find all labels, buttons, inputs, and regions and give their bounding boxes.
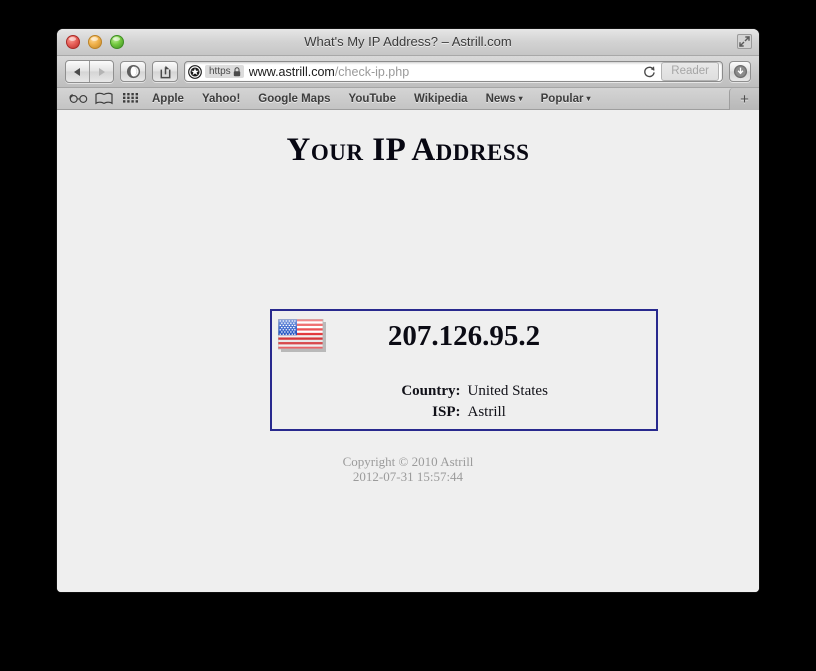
share-arrow-icon[interactable]	[152, 61, 178, 82]
page-footer: Copyright © 2010 Astrill 2012-07-31 15:5…	[57, 454, 759, 484]
close-window-button[interactable]	[66, 35, 80, 49]
bookmark-label: YouTube	[348, 92, 396, 105]
url-host: www.astrill.com	[248, 64, 335, 79]
navigation-buttons	[65, 60, 114, 83]
chevron-down-icon: ▾	[586, 93, 591, 103]
country-value: United States	[467, 383, 548, 399]
bookmark-label: News	[485, 92, 516, 105]
ip-info-box: 207.126.95.2 Country: United States ISP:…	[270, 309, 658, 431]
page-title: Your IP Address	[286, 132, 530, 168]
book-bookmarks-icon[interactable]	[91, 89, 117, 109]
country-label: Country:	[401, 383, 461, 399]
ip-address-value: 207.126.95.2	[387, 320, 541, 352]
reload-icon[interactable]	[640, 65, 658, 78]
bookmark-apple[interactable]: Apple	[143, 89, 193, 109]
timestamp-text: 2012-07-31 15:57:44	[352, 469, 464, 484]
bookmark-label: Wikipedia	[413, 92, 468, 105]
zoom-window-button[interactable]	[110, 35, 124, 49]
url-text: www.astrill.com/check-ip.php	[249, 65, 409, 79]
desktop-backdrop: What's My IP Address? – Astrill.com http…	[0, 0, 816, 671]
bookmark-google-maps[interactable]: Google Maps	[249, 89, 339, 109]
url-path: /check-ip.php	[334, 64, 410, 79]
bookmark-wikipedia[interactable]: Wikipedia	[405, 89, 477, 109]
window-title: What's My IP Address? – Astrill.com	[304, 34, 512, 49]
isp-value: Astrill	[467, 404, 506, 420]
forward-arrow-icon[interactable]	[89, 61, 113, 82]
back-arrow-icon[interactable]	[66, 61, 89, 82]
shield-star-icon	[188, 64, 202, 79]
isp-label: ISP:	[432, 404, 461, 420]
new-tab-button[interactable]: +	[729, 88, 759, 110]
downloads-icon[interactable]	[729, 61, 751, 82]
grid-top-sites-icon[interactable]	[117, 89, 143, 109]
https-label: https	[209, 66, 231, 77]
bookmark-label: Google Maps	[258, 92, 331, 105]
ip-details: Country: United States ISP: Astrill	[272, 381, 656, 423]
detail-row-isp: ISP: Astrill	[272, 402, 656, 423]
glasses-reading-list-icon[interactable]	[65, 89, 91, 109]
fullscreen-arrows-icon[interactable]	[737, 34, 752, 49]
web-page-content: Your IP Address 207.126.95.2 Country: Un…	[57, 110, 759, 592]
lock-icon	[233, 66, 241, 77]
https-badge: https	[205, 65, 244, 78]
window-controls	[66, 35, 124, 49]
browser-toolbar: https www.astrill.com/check-ip.php Reade…	[57, 56, 759, 88]
chevron-down-icon: ▾	[518, 93, 523, 103]
reader-button[interactable]: Reader	[661, 62, 719, 81]
bookmarks-bar: Apple Yahoo! Google Maps YouTube Wikiped…	[57, 88, 759, 110]
reading-list-icon[interactable]	[120, 61, 146, 82]
bookmark-label: Yahoo!	[201, 92, 241, 105]
bookmark-label: Apple	[152, 92, 184, 105]
copyright-text: Copyright © 2010 Astrill	[342, 454, 474, 469]
detail-row-country: Country: United States	[272, 381, 656, 402]
bookmark-label: Popular	[540, 92, 584, 105]
window-titlebar[interactable]: What's My IP Address? – Astrill.com	[57, 29, 759, 56]
bookmark-folder-news[interactable]: News ▾	[477, 89, 532, 109]
safari-browser-window: What's My IP Address? – Astrill.com http…	[57, 29, 759, 592]
address-bar[interactable]: https www.astrill.com/check-ip.php Reade…	[184, 61, 723, 82]
bookmark-yahoo[interactable]: Yahoo!	[193, 89, 249, 109]
minimize-window-button[interactable]	[88, 35, 102, 49]
bookmark-folder-popular[interactable]: Popular ▾	[532, 89, 600, 109]
bookmark-youtube[interactable]: YouTube	[340, 89, 405, 109]
